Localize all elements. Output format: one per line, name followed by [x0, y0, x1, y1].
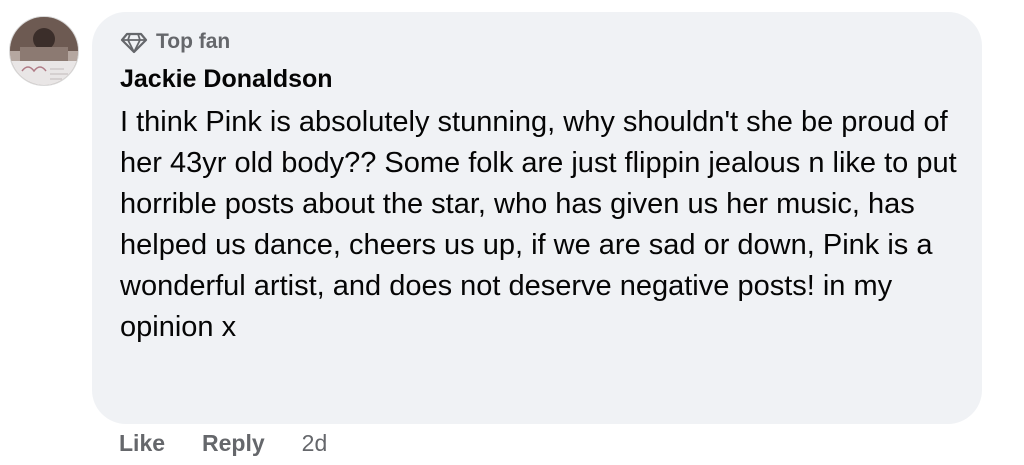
like-button[interactable]: Like — [119, 430, 165, 457]
comment-text: I think Pink is absolutely stunning, why… — [120, 106, 957, 343]
comment: Top fan Jackie Donaldson I think Pink is… — [0, 0, 1024, 465]
diamond-icon — [120, 28, 148, 56]
comment-bubble: Top fan Jackie Donaldson I think Pink is… — [92, 12, 982, 424]
top-fan-badge[interactable]: Top fan — [120, 26, 954, 58]
avatar[interactable] — [9, 16, 79, 86]
avatar-image — [10, 17, 78, 85]
badge-label: Top fan — [156, 30, 231, 53]
author-name[interactable]: Jackie Donaldson — [120, 62, 954, 96]
reply-button[interactable]: Reply — [202, 430, 265, 457]
comment-actions: Like Reply 2d — [119, 430, 327, 457]
timestamp[interactable]: 2d — [302, 430, 328, 457]
